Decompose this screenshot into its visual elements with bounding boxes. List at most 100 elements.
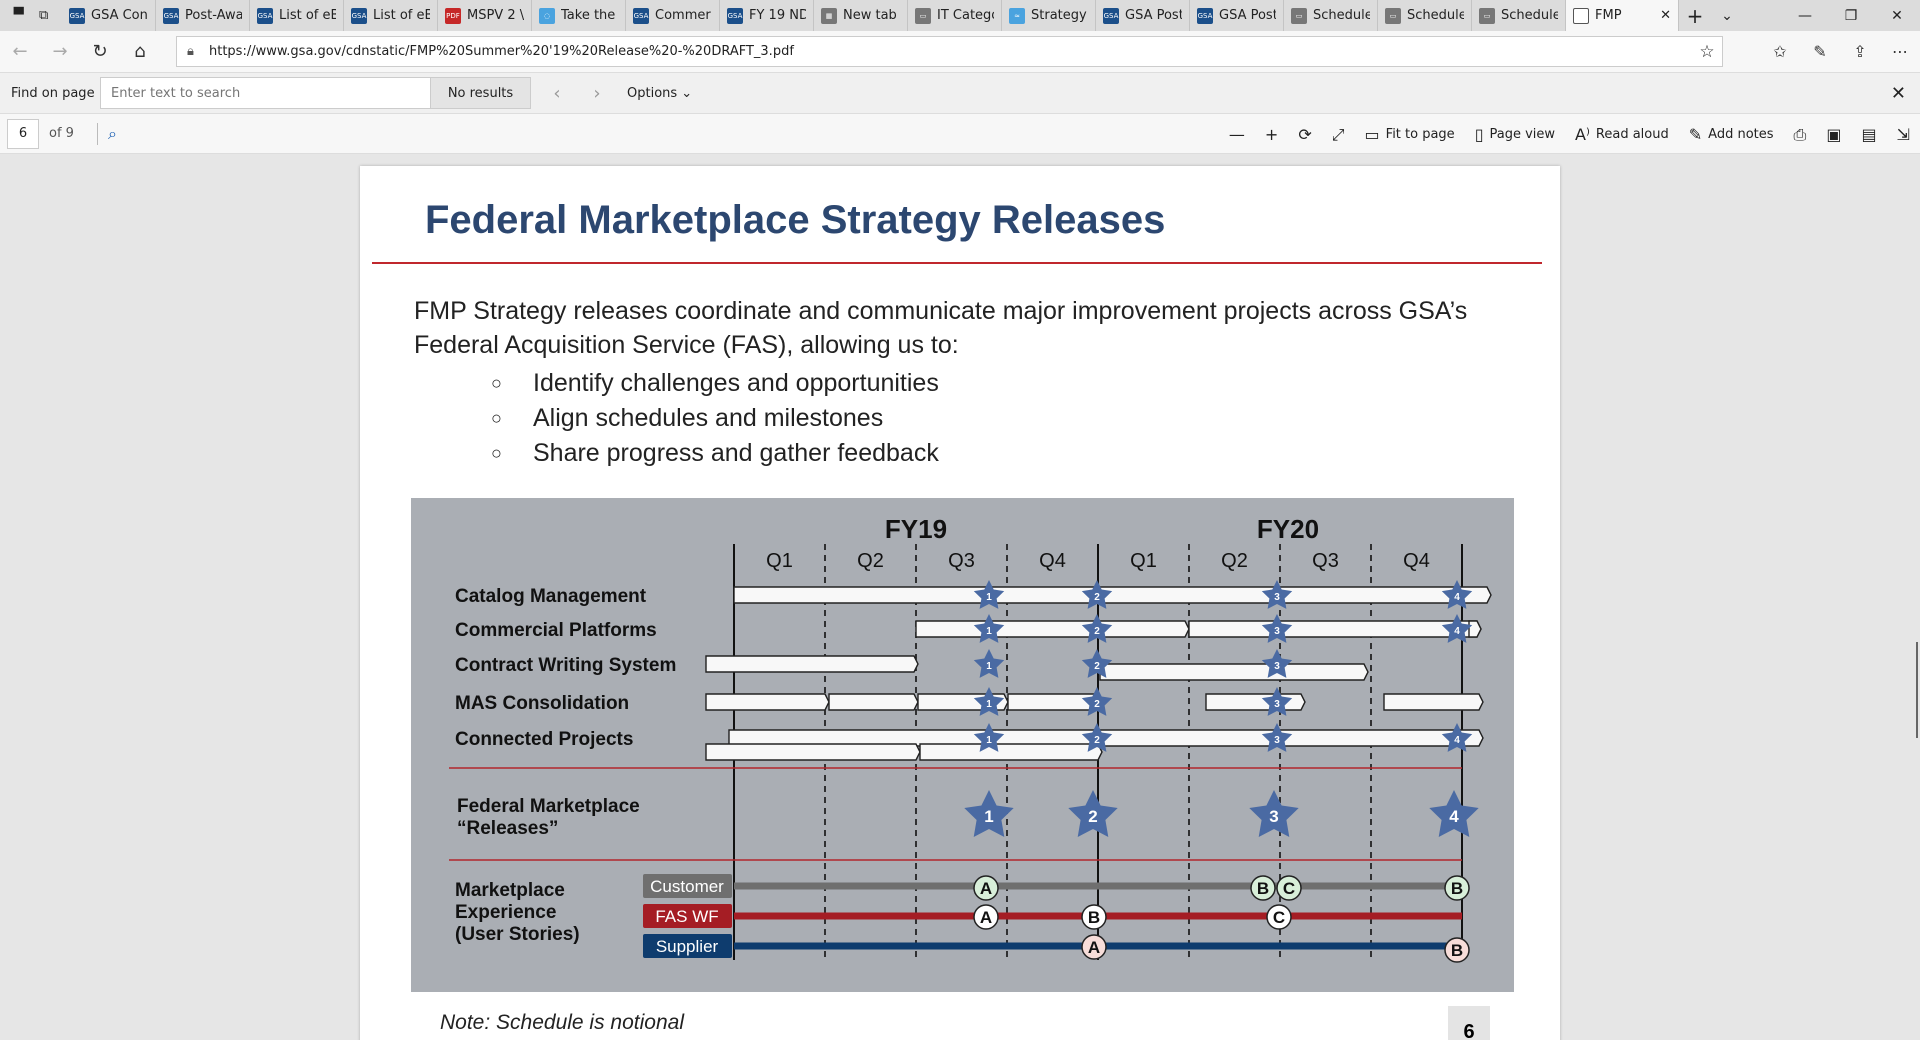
bullet-text: Align schedules and milestones (533, 404, 884, 432)
fit-to-page-label: Fit to page (1385, 127, 1455, 142)
pdf-viewer: Federal Marketplace Strategy Releases FM… (0, 154, 1920, 1040)
read-aloud-button[interactable]: A⁾ Read aloud (1565, 125, 1679, 144)
print-button[interactable]: ⎙ (1784, 125, 1817, 145)
tab-7[interactable]: GSA FY 19 ND (720, 0, 814, 31)
project-row-label: Catalog Management (455, 586, 647, 607)
favorite-star-icon[interactable]: ☆ (1692, 42, 1722, 62)
tab-label: FY 19 ND (749, 8, 806, 23)
scrollbar-thumb[interactable] (1916, 642, 1918, 738)
find-options-button[interactable]: Options ⌄ (617, 86, 692, 101)
release-schedule-chart: FY19 FY20 Q1 Q2 Q3 Q4 Q1 Q2 Q3 Q4 Catalog Manageme… (411, 498, 1514, 992)
bullet-text: Share progress and gather feedback (533, 439, 939, 467)
row-release-number: 1 (986, 735, 992, 746)
find-input[interactable] (100, 77, 431, 109)
more-icon[interactable]: ⋯ (1880, 42, 1920, 61)
window-menu-icon[interactable]: ▀ (14, 8, 24, 23)
tab-9[interactable]: ▭ IT Catego (908, 0, 1002, 31)
tab-11[interactable]: GSA GSA Post (1096, 0, 1190, 31)
unpin-button[interactable]: ⇲ (1887, 125, 1920, 144)
back-button[interactable]: ← (0, 41, 40, 62)
page-view-button[interactable]: ▯ Page view (1465, 125, 1565, 144)
fit-to-page-button[interactable]: ▭ Fit to page (1355, 125, 1465, 144)
tab-label: IT Catego (937, 8, 994, 23)
quarter-label: Q3 (948, 550, 975, 572)
save-as-icon: ▤ (1861, 125, 1877, 144)
find-next-button[interactable]: › (577, 83, 617, 104)
row-release-number: 1 (986, 699, 992, 710)
tab-label: MSPV 2 \ (467, 8, 524, 23)
fiscal-year-label: FY19 (885, 514, 947, 544)
forward-button[interactable]: → (40, 41, 80, 62)
tab-15[interactable]: ▭ Schedule (1472, 0, 1566, 31)
fullscreen-button[interactable]: ⤢ (1322, 125, 1355, 145)
save-icon: ▣ (1826, 125, 1842, 144)
tab-active[interactable]: FMP ✕ (1566, 0, 1679, 31)
user-story-label: C (1273, 908, 1285, 927)
scrollbar[interactable] (1914, 154, 1920, 1040)
tab-13[interactable]: ▭ Schedule (1284, 0, 1378, 31)
new-tab-button[interactable]: + (1679, 0, 1711, 31)
title-divider (372, 262, 1542, 264)
tab-2[interactable]: GSA List of eB (250, 0, 344, 31)
bullet-text: Identify challenges and opportunities (533, 369, 939, 397)
tab-12[interactable]: GSA GSA Post (1190, 0, 1284, 31)
tab-8[interactable]: ▦ New tab (814, 0, 908, 31)
minimize-button[interactable]: — (1782, 0, 1828, 31)
user-story-label: A (980, 879, 992, 898)
tab-10[interactable]: ≈ Strategy (1002, 0, 1096, 31)
project-row-label: Contract Writing System (455, 655, 676, 676)
zoom-out-button[interactable]: — (1219, 125, 1255, 144)
project-row-label: MAS Consolidation (455, 693, 629, 714)
row-release-number: 4 (1454, 592, 1460, 603)
share-icon[interactable]: ⇪ (1840, 42, 1880, 61)
page-number: 6 (1448, 1006, 1490, 1040)
pen-icon[interactable]: ✎ (1800, 42, 1840, 61)
tab-6[interactable]: GSA Commer (626, 0, 720, 31)
tab-favicon: ▭ (1479, 7, 1495, 24)
tab-5[interactable]: ◌ Take the (532, 0, 626, 31)
rotate-button[interactable]: ⟳ (1288, 125, 1321, 144)
project-bar (705, 693, 830, 711)
search-icon[interactable]: ⌕ (108, 124, 117, 144)
home-button[interactable]: ⌂ (120, 41, 160, 62)
page-title: Federal Marketplace Strategy Releases (425, 198, 1166, 242)
find-close-button[interactable]: ✕ (1891, 83, 1906, 104)
bullet-circle-icon: ○ (491, 408, 502, 428)
set-aside-tabs-icon[interactable]: ⧉ (39, 8, 48, 23)
zoom-in-button[interactable]: + (1255, 125, 1288, 144)
tab-0[interactable]: GSA GSA Con (62, 0, 156, 31)
tab-4[interactable]: PDF MSPV 2 \ (438, 0, 532, 31)
project-bar (1383, 693, 1484, 711)
fit-to-page-icon: ▭ (1364, 125, 1380, 144)
tab-label: List of eB (279, 8, 336, 23)
row-release-number: 2 (1094, 626, 1100, 637)
refresh-button[interactable]: ↻ (80, 41, 120, 62)
row-release-number: 3 (1274, 592, 1280, 603)
close-tab-icon[interactable]: ✕ (1660, 8, 1671, 23)
quarter-label: Q1 (766, 550, 793, 572)
tab-14[interactable]: ▭ Schedule (1378, 0, 1472, 31)
tab-label: New tab (843, 8, 897, 23)
tab-1[interactable]: GSA Post-Awa (156, 0, 250, 31)
tab-favicon: GSA (69, 7, 85, 24)
save-as-button[interactable]: ▤ (1851, 125, 1886, 144)
tab-label: Schedule (1501, 8, 1558, 23)
page-number-input[interactable]: 6 (7, 118, 39, 149)
tab-list-icon[interactable]: ⌄ (1711, 0, 1743, 31)
tab-label: Strategy (1031, 8, 1087, 23)
restore-button[interactable]: ❐ (1828, 0, 1874, 31)
project-bar (919, 743, 1103, 761)
tab-favicon: ◌ (539, 7, 555, 24)
favorites-icon[interactable]: ✩ (1760, 42, 1800, 61)
find-prev-button[interactable]: ‹ (537, 83, 577, 104)
add-notes-button[interactable]: ✎ Add notes (1679, 125, 1784, 144)
user-story-label: B (1257, 879, 1269, 898)
browser-tools: ✩ ✎ ⇪ ⋯ (1760, 31, 1920, 72)
unpin-icon: ⇲ (1896, 125, 1910, 144)
tab-3[interactable]: GSA List of eB (344, 0, 438, 31)
url-field[interactable]: 🔒︎ https://www.gsa.gov/cdnstatic/FMP%20S… (176, 36, 1723, 67)
rotate-icon: ⟳ (1298, 125, 1312, 144)
save-button[interactable]: ▣ (1816, 125, 1851, 144)
bullet-item: ○ Identify challenges and opportunities (491, 366, 939, 401)
close-window-button[interactable]: ✕ (1874, 0, 1920, 31)
